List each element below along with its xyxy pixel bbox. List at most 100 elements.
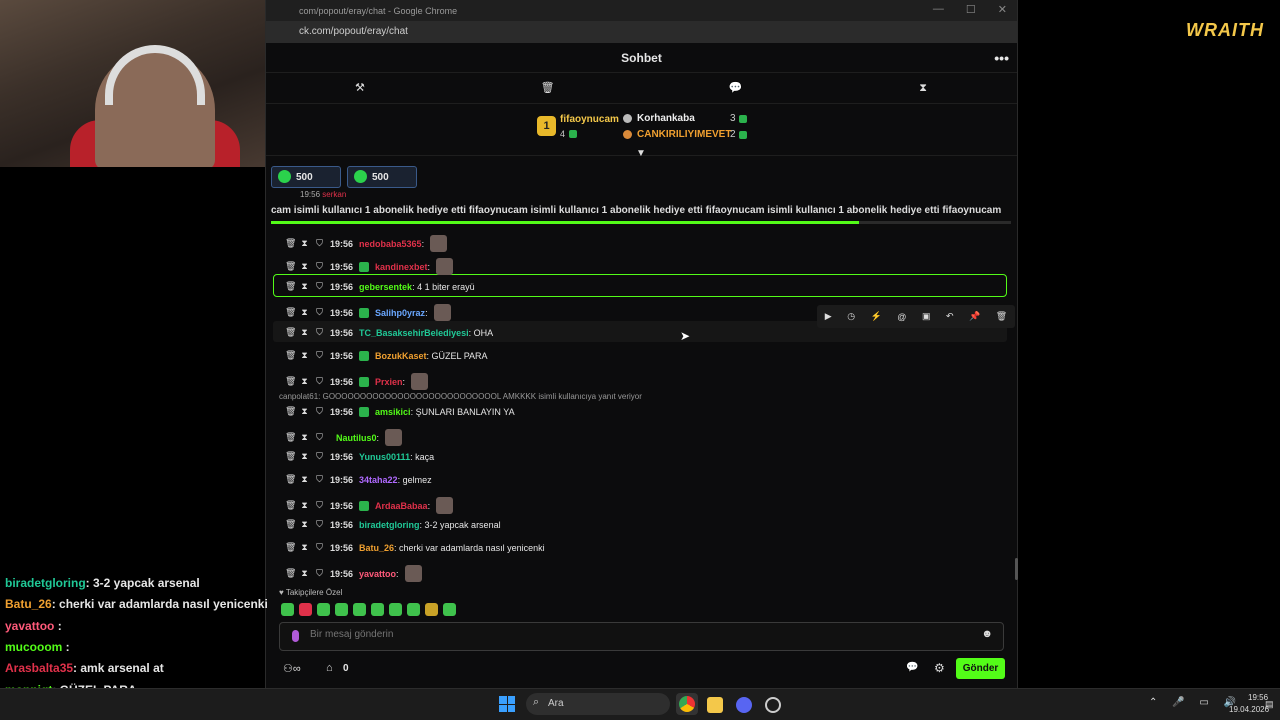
ban-icon[interactable]: ⛉	[315, 350, 324, 361]
leader-2-name[interactable]: Korhankaba	[637, 113, 695, 124]
ban-icon[interactable]: ⛉	[315, 568, 324, 579]
clock-icon[interactable]: ◷	[847, 311, 855, 322]
store-icon[interactable]: ⌂	[326, 662, 333, 674]
maximize-icon[interactable]: ☐	[966, 3, 976, 16]
unmod-icon[interactable]: ⚡	[871, 311, 882, 322]
delete-icon[interactable]: 🗑	[996, 311, 1007, 322]
delete-icon[interactable]: 🗑	[285, 451, 296, 462]
close-icon[interactable]: ✕	[998, 3, 1007, 16]
emoji-icon[interactable]: ☻	[981, 628, 993, 640]
ban-icon[interactable]: ⛉	[315, 281, 324, 292]
timeout-icon[interactable]: ⧗	[300, 238, 309, 249]
timeout-icon[interactable]: ⧗	[300, 519, 309, 530]
ban-icon[interactable]: ⛉	[315, 307, 324, 318]
play-icon[interactable]: ▶	[825, 311, 832, 322]
message-username[interactable]: 34taha22	[359, 475, 398, 485]
delete-icon[interactable]: 🗑	[285, 261, 296, 272]
scrollbar[interactable]	[1015, 558, 1018, 580]
reply-icon[interactable]: ↶	[946, 311, 954, 322]
mention-icon[interactable]: @	[897, 312, 906, 322]
ban-icon[interactable]: ⛉	[315, 432, 324, 443]
timeout-icon[interactable]: ⧗	[300, 500, 309, 511]
people-icon[interactable]: ⚇∞	[283, 662, 301, 675]
leader-1-name[interactable]: fifaoynucam	[560, 114, 619, 125]
send-button[interactable]: Gönder	[956, 658, 1005, 679]
timeout-icon[interactable]: ⧗	[300, 327, 309, 338]
address-bar[interactable]: ck.com/popout/eray/chat	[266, 21, 1017, 43]
delete-icon[interactable]: 🗑	[285, 307, 296, 318]
ban-icon[interactable]: ⛉	[315, 261, 324, 272]
chat-settings-bubble-icon[interactable]: 💬	[906, 662, 918, 673]
hammer-icon[interactable]: ⚒	[266, 73, 454, 103]
timeout-icon[interactable]: ⧗	[300, 451, 309, 462]
message-username[interactable]: nedobaba5365	[359, 239, 422, 249]
message-input-field[interactable]	[310, 629, 910, 640]
chat-bubble-icon[interactable]: 💬	[642, 73, 830, 103]
ban-icon[interactable]: ⛉	[315, 376, 324, 387]
timeout-icon[interactable]: ⧗	[300, 281, 309, 292]
message-username[interactable]: kandinexbet	[375, 262, 428, 272]
delete-icon[interactable]: 🗑	[285, 568, 296, 579]
emote-6[interactable]	[371, 603, 384, 616]
delete-icon[interactable]: 🗑	[285, 327, 296, 338]
timeout-icon[interactable]: ⧗	[300, 261, 309, 272]
copy-icon[interactable]: ▣	[922, 311, 931, 322]
emote-4[interactable]	[335, 603, 348, 616]
timeout-icon[interactable]: ⧗	[300, 307, 309, 318]
timeout-icon[interactable]: ⧗	[300, 406, 309, 417]
ban-icon[interactable]: ⛉	[315, 451, 324, 462]
emote-10[interactable]	[443, 603, 456, 616]
discord-icon[interactable]	[736, 697, 752, 713]
message-username[interactable]: amsikici	[375, 407, 411, 417]
ban-icon[interactable]: ⛉	[315, 519, 324, 530]
timeout-icon[interactable]: ⧗	[300, 376, 309, 387]
delete-icon[interactable]: 🗑	[285, 350, 296, 361]
message-username[interactable]: ArdaaBabaa	[375, 501, 428, 511]
ban-icon[interactable]: ⛉	[315, 542, 324, 553]
emote-2[interactable]	[299, 603, 312, 616]
notification-icon[interactable]: ▤	[1265, 699, 1274, 710]
app-icon[interactable]	[765, 697, 781, 713]
pin-icon[interactable]: 📌	[969, 311, 980, 322]
delete-icon[interactable]: 🗑	[285, 500, 296, 511]
hourglass-icon[interactable]: ⧗	[829, 73, 1017, 103]
ban-icon[interactable]: ⛉	[315, 327, 324, 338]
delete-icon[interactable]: 🗑	[285, 474, 296, 485]
delete-icon[interactable]: 🗑	[285, 238, 296, 249]
taskbar-search[interactable]: ⌕ Ara	[526, 693, 670, 715]
leader-3-name[interactable]: CANKIRILIYIMEVET	[637, 129, 731, 140]
message-username[interactable]: BozukKaset	[375, 351, 427, 361]
delete-icon[interactable]: 🗑	[285, 432, 296, 443]
mic-icon[interactable]	[292, 630, 299, 642]
message-input[interactable]: ☻	[279, 622, 1004, 651]
emote-8[interactable]	[407, 603, 420, 616]
message-username[interactable]: gebersentek	[359, 282, 412, 292]
emote-5[interactable]	[353, 603, 366, 616]
ban-icon[interactable]: ⛉	[315, 474, 324, 485]
emote-1[interactable]	[281, 603, 294, 616]
more-options-icon[interactable]: •••	[994, 43, 1009, 73]
delete-icon[interactable]: 🗑	[285, 376, 296, 387]
gear-icon[interactable]: ⚙	[934, 661, 945, 675]
ban-icon[interactable]: ⛉	[315, 406, 324, 417]
delete-icon[interactable]: 🗑	[285, 406, 296, 417]
ban-icon[interactable]: ⛉	[315, 238, 324, 249]
timeout-icon[interactable]: ⧗	[300, 474, 309, 485]
message-username[interactable]: Prxien	[375, 377, 403, 387]
timeout-icon[interactable]: ⧗	[300, 350, 309, 361]
ban-icon[interactable]: ⛉	[315, 500, 324, 511]
message-username[interactable]: Batu_26	[359, 543, 394, 553]
delete-icon[interactable]: 🗑	[285, 281, 296, 292]
folder-icon[interactable]	[707, 697, 723, 713]
emote-7[interactable]	[389, 603, 402, 616]
delete-icon[interactable]: 🗑	[285, 542, 296, 553]
message-username[interactable]: Yunus00111	[359, 452, 410, 462]
delete-icon[interactable]: 🗑	[285, 519, 296, 530]
message-username[interactable]: biradetgloring	[359, 520, 420, 530]
collapse-icon[interactable]: ▼	[636, 148, 646, 159]
message-username[interactable]: TC_BasaksehirBelediyesi	[359, 328, 469, 338]
emote-3[interactable]	[317, 603, 330, 616]
trash-icon[interactable]: 🗑	[454, 73, 642, 103]
message-username[interactable]: yavattoo	[359, 569, 396, 579]
windows-start-icon[interactable]	[499, 696, 515, 712]
